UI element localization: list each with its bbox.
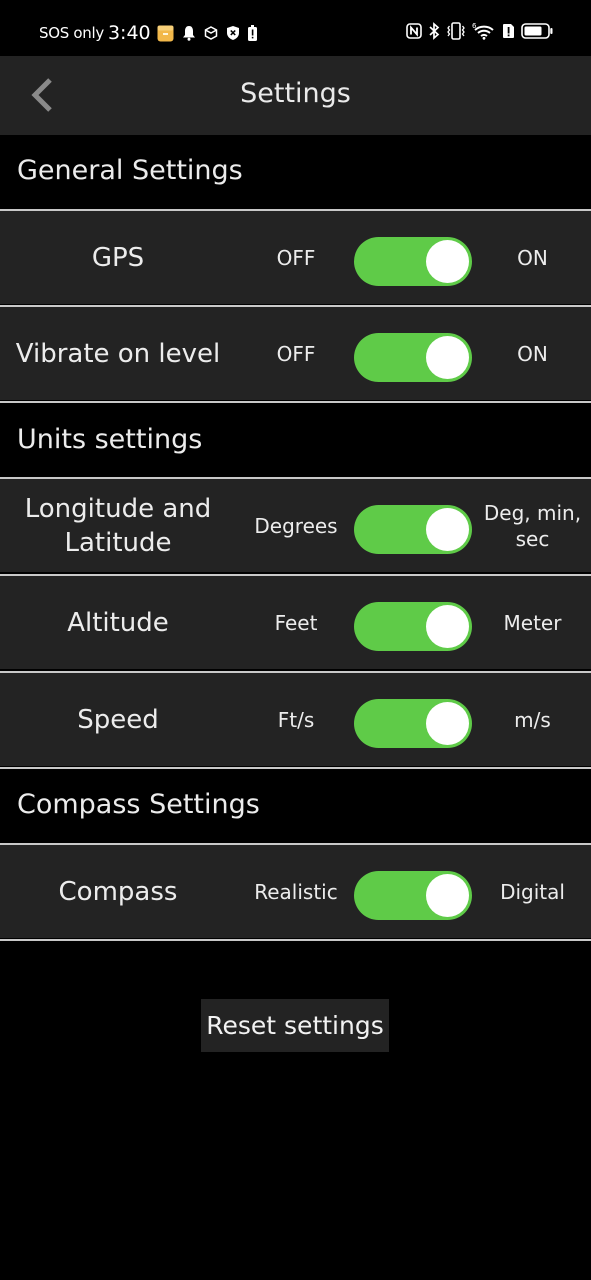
nfc-icon <box>406 23 422 43</box>
divider <box>0 939 591 941</box>
option-degrees-label: Degrees <box>254 513 338 538</box>
option-off-label: OFF <box>276 341 316 366</box>
battery-alert-icon <box>247 25 257 41</box>
setting-row-gps: GPS OFF ON <box>0 209 591 304</box>
option-ms-label: m/s <box>514 707 551 732</box>
option-meter-label: Meter <box>503 610 562 635</box>
section-title: General Settings <box>17 155 243 186</box>
setting-label: Vibrate on level <box>15 338 221 369</box>
setting-row-coordinates: Longitude and Latitude Degrees Deg, min,… <box>0 477 591 572</box>
setting-label: Compass <box>58 876 178 907</box>
option-realistic-label: Realistic <box>254 879 338 904</box>
sim-alert-icon <box>502 23 515 43</box>
toggle-knob <box>426 702 469 745</box>
setting-label: Altitude <box>67 607 169 638</box>
setting-label: Longitude and Latitude <box>24 493 212 558</box>
toggle-knob <box>426 336 469 379</box>
notes-app-icon <box>157 25 174 42</box>
vibrate-icon <box>446 22 466 44</box>
app-bar: Settings <box>0 56 591 135</box>
compass-style-toggle[interactable] <box>354 871 472 920</box>
option-off-label: OFF <box>276 245 316 270</box>
setting-row-vibrate: Vibrate on level OFF ON <box>0 305 591 400</box>
section-header-compass: Compass Settings <box>0 769 591 843</box>
page-title: Settings <box>240 78 351 109</box>
gps-toggle[interactable] <box>354 237 472 286</box>
vibrate-toggle[interactable] <box>354 333 472 382</box>
option-fts-label: Ft/s <box>277 707 315 732</box>
option-on-label: ON <box>517 245 548 270</box>
section-header-general: General Settings <box>0 135 591 209</box>
speed-unit-toggle[interactable] <box>354 699 472 748</box>
status-bar: SOS only 3:40 6 <box>0 0 591 56</box>
clock: 3:40 <box>107 22 151 44</box>
setting-row-altitude: Altitude Feet Meter <box>0 574 591 669</box>
reset-settings-button[interactable]: Reset settings <box>201 999 389 1052</box>
toggle-knob <box>426 240 469 283</box>
bluetooth-icon <box>428 22 440 44</box>
option-dms-label: Deg, min, sec <box>483 500 582 551</box>
bell-icon <box>182 25 196 41</box>
wifi-6-icon: 6 <box>472 22 496 44</box>
setting-row-speed: Speed Ft/s m/s <box>0 671 591 766</box>
carrier-status: SOS only <box>39 24 104 42</box>
setting-label: GPS <box>91 242 145 273</box>
altitude-unit-toggle[interactable] <box>354 602 472 651</box>
battery-icon <box>521 23 553 43</box>
option-feet-label: Feet <box>274 610 318 635</box>
toggle-knob <box>426 508 469 551</box>
option-on-label: ON <box>517 341 548 366</box>
setting-label: Speed <box>77 704 159 735</box>
box-icon <box>204 26 218 40</box>
toggle-knob <box>426 605 469 648</box>
shield-x-icon <box>226 25 240 41</box>
section-title: Compass Settings <box>17 789 260 820</box>
option-digital-label: Digital <box>500 879 565 904</box>
coordinates-format-toggle[interactable] <box>354 505 472 554</box>
section-header-units: Units settings <box>0 403 591 477</box>
section-title: Units settings <box>17 424 203 455</box>
setting-row-compass: Compass Realistic Digital <box>0 843 591 938</box>
toggle-knob <box>426 874 469 917</box>
